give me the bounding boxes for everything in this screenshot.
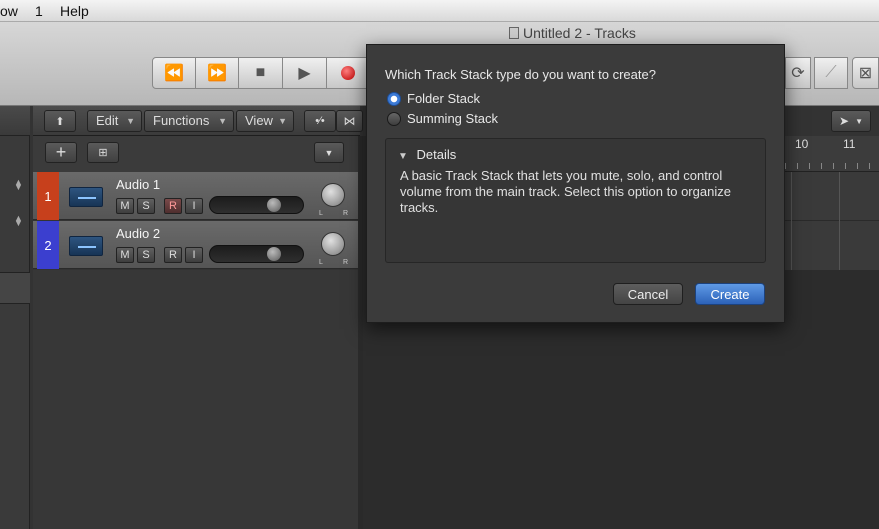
stepper-icon[interactable]: ▲ ▼ — [14, 214, 23, 228]
grid-line — [839, 172, 840, 270]
fader-handle[interactable] — [267, 247, 281, 261]
view-menu[interactable]: View ▼ — [236, 110, 294, 132]
solo-button[interactable]: S — [137, 247, 155, 263]
chevron-down-icon: ▼ — [855, 116, 863, 126]
plus-icon: + — [55, 142, 67, 162]
view-label: View — [245, 113, 273, 128]
summing-stack-label[interactable]: Summing Stack — [407, 111, 607, 127]
chevron-down-icon: ▼ — [218, 116, 227, 126]
track-row[interactable]: 2 Audio 2 M S R I L R — [33, 221, 358, 269]
input-monitor-button[interactable]: I — [185, 247, 203, 263]
play-icon: ▶ — [298, 65, 311, 82]
automation-icon: •⁄• — [315, 115, 325, 127]
new-folder-button[interactable]: ⊞ — [87, 142, 119, 163]
add-track-button[interactable]: + — [45, 142, 77, 163]
metronome-button[interactable]: ⊠ — [852, 57, 879, 89]
track-list-empty-area[interactable] — [33, 270, 360, 529]
pointer-tool-menu[interactable]: ➤ ▼ — [831, 110, 871, 132]
record-enable-button[interactable]: R — [164, 247, 182, 263]
pointer-icon: ➤ — [839, 114, 850, 128]
pan-right-label: R — [343, 210, 349, 217]
up-level-button[interactable]: ⬆ — [44, 110, 76, 132]
volume-fader[interactable] — [209, 245, 304, 263]
folder-stack-radio[interactable] — [387, 92, 401, 106]
cancel-button[interactable]: Cancel — [613, 283, 683, 305]
cycle-icon: ⟳ — [791, 65, 805, 82]
menu-bar: ow 1 Help — [0, 0, 879, 22]
chevron-down-icon: ▼ — [278, 116, 287, 126]
input-monitor-button[interactable]: I — [185, 198, 203, 214]
volume-fader[interactable] — [209, 196, 304, 214]
stepper-icon[interactable]: ▲ ▼ — [14, 178, 23, 192]
window-title: Untitled 2 - Tracks — [523, 25, 636, 41]
tuner-button[interactable]: ⟋ — [814, 57, 848, 89]
waveform-icon — [69, 236, 103, 256]
tuner-icon: ⟋ — [825, 64, 837, 81]
mute-button[interactable]: M — [116, 198, 134, 214]
forward-button[interactable]: ⏩ — [195, 57, 239, 89]
pan-knob[interactable] — [321, 183, 345, 207]
menu-1[interactable]: 1 — [35, 3, 43, 19]
solo-button[interactable]: S — [137, 198, 155, 214]
functions-label: Functions — [153, 113, 210, 128]
pan-knob[interactable] — [321, 232, 345, 256]
disclosure-triangle-icon: ▼ — [398, 151, 408, 162]
stop-icon: ■ — [255, 64, 266, 81]
details-panel: ▼ Details A basic Track Stack that lets … — [385, 138, 766, 263]
ruler-bar-11: 11 — [843, 137, 856, 151]
create-button[interactable]: Create — [695, 283, 765, 305]
chevron-down-icon: ▼ — [126, 116, 135, 126]
rewind-button[interactable]: ⏪ — [152, 57, 196, 89]
pan-right-label: R — [343, 259, 349, 266]
inspector-band — [0, 272, 30, 304]
cycle-button[interactable]: ⟳ — [785, 57, 811, 89]
pan-left-label: L — [319, 210, 323, 217]
menu-window[interactable]: ow — [0, 3, 18, 19]
track-row[interactable]: 1 Audio 1 M S R I L R — [33, 172, 358, 220]
folder-stack-label[interactable]: Folder Stack — [407, 91, 607, 107]
record-enable-button[interactable]: R — [164, 198, 182, 214]
track-lanes[interactable] — [785, 172, 879, 270]
track-number: 2 — [37, 221, 59, 269]
dialog-question: Which Track Stack type do you want to cr… — [385, 67, 656, 82]
grid-line — [791, 172, 792, 270]
ruler-ticks — [785, 163, 879, 169]
up-arrow-icon: ⬆ — [55, 115, 65, 128]
waveform-icon — [69, 187, 103, 207]
document-icon — [509, 27, 519, 39]
record-button[interactable] — [326, 57, 370, 89]
play-button[interactable]: ▶ — [282, 57, 327, 89]
automation-button[interactable]: •⁄• — [304, 110, 336, 132]
inspector-pane: ▲ ▼ ▲ ▼ — [0, 106, 30, 529]
details-disclosure[interactable]: ▼ Details — [398, 147, 598, 163]
folder-plus-icon: ⊞ — [98, 147, 108, 159]
flex-icon: ⋈ — [343, 114, 356, 128]
chevron-down-icon: ▼ — [324, 147, 334, 158]
functions-menu[interactable]: Functions ▼ — [144, 110, 234, 132]
track-name[interactable]: Audio 2 — [116, 226, 266, 242]
flex-button[interactable]: ⋈ — [336, 110, 363, 132]
track-name[interactable]: Audio 1 — [116, 177, 266, 193]
edit-label: Edit — [96, 113, 119, 128]
collapse-button[interactable]: ▼ — [314, 142, 344, 163]
track-number: 1 — [37, 172, 59, 220]
forward-icon: ⏩ — [207, 65, 227, 82]
ruler-bar-10: 10 — [795, 137, 809, 151]
edit-menu[interactable]: Edit ▼ — [87, 110, 142, 132]
rewind-icon: ⏪ — [164, 65, 184, 82]
mute-button[interactable]: M — [116, 247, 134, 263]
close-x-icon: ⊠ — [858, 65, 873, 82]
bar-ruler[interactable]: 10 11 — [785, 136, 879, 172]
stop-button[interactable]: ■ — [238, 57, 283, 89]
pan-left-label: L — [319, 259, 323, 266]
inspector-header — [0, 106, 30, 136]
menu-help[interactable]: Help — [60, 3, 89, 19]
track-stack-dialog: Which Track Stack type do you want to cr… — [366, 44, 785, 323]
details-text: A basic Track Stack that lets you mute, … — [400, 168, 731, 215]
fader-handle[interactable] — [267, 198, 281, 212]
summing-stack-radio[interactable] — [387, 112, 401, 126]
details-title: Details — [416, 147, 457, 162]
track-header-bar — [33, 136, 360, 172]
record-icon — [341, 66, 355, 80]
